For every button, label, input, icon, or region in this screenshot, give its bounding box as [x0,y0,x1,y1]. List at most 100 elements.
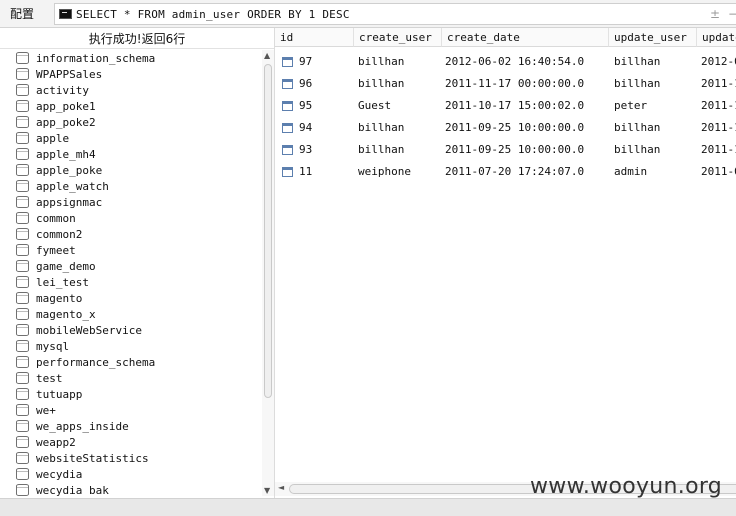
column-header[interactable]: update [697,28,736,47]
database-icon [16,436,29,448]
column-header[interactable]: update_user [609,28,697,47]
table-cell[interactable]: 2012-0 [701,51,736,73]
table-row[interactable]: 11 weiphone 2011-07-20 17:24:07.0 admin 2011… [275,161,736,183]
table-cell[interactable]: 2011-1 [701,95,736,117]
table-cell[interactable]: 2011-0 [701,161,736,183]
database-name: tutuapp [36,387,83,401]
database-name: we+ [36,403,56,417]
database-item[interactable]: magento_x [16,306,96,322]
table-row[interactable]: 95Guest2011-10-17 15:00:02.0 peter2011-1 [275,95,736,117]
database-item[interactable]: tutuapp [16,386,82,402]
table-cell[interactable]: billhan [614,139,698,161]
database-icon [16,164,29,176]
database-icon [16,196,29,208]
table-cell[interactable]: billhan [358,139,442,161]
database-item[interactable]: we_apps_inside [16,418,129,434]
table-cell[interactable]: 2011-09-25 10:00:00.0 [445,139,608,161]
database-item[interactable]: activity [16,82,89,98]
database-item[interactable]: websiteStatistics [16,450,149,466]
database-item[interactable]: fymeet [16,242,76,258]
table-cell[interactable]: 2011-1 [701,73,736,95]
database-item[interactable]: test [16,370,63,386]
database-item[interactable]: apple_mh4 [16,146,96,162]
database-item[interactable]: lei_test [16,274,89,290]
config-button[interactable]: 配置 [0,3,48,25]
scroll-up-icon[interactable]: ▲ [264,51,270,60]
column-header[interactable]: create_date [442,28,609,47]
table-cell[interactable]: 2011-1 [701,117,736,139]
database-item[interactable]: mobileWebService [16,322,142,338]
remove-icon[interactable]: − [728,8,736,20]
table-cell[interactable]: 97 [299,51,354,73]
record-icon [282,79,293,89]
table-cell[interactable]: billhan [358,51,442,73]
database-item[interactable]: wecydia [16,466,82,482]
database-item[interactable]: apple [16,130,69,146]
database-item[interactable]: information_schema [16,50,155,66]
database-item[interactable]: WPAPPSales [16,66,102,82]
database-icon [16,228,29,240]
database-item[interactable]: we+ [16,402,56,418]
table-row[interactable]: 96 billhan 2011-11-17 00:00:00.0 billhan 201… [275,73,736,95]
column-header[interactable]: create_user [354,28,442,47]
table-cell[interactable]: 2011-1 [701,139,736,161]
table-cell[interactable]: weiphone [358,161,442,183]
table-row[interactable]: 93 billhan 2011-09-25 10:00:00.0 billhan 201… [275,139,736,161]
database-item[interactable]: weapp2 [16,434,76,450]
table-cell[interactable]: 2011-09-25 10:00:00.0 [445,117,608,139]
sql-query-text[interactable]: SELECT * FROM admin_user ORDER BY 1 DESC [76,8,350,21]
table-cell[interactable]: 2011-07-20 17:24:07.0 [445,161,608,183]
database-icon [16,308,29,320]
table-cell[interactable]: 95 [299,95,354,117]
column-header[interactable]: id [275,28,354,47]
database-item[interactable]: appsignmac [16,194,102,210]
scrollbar-thumb[interactable] [264,64,272,398]
sql-query-input[interactable]: SELECT * FROM admin_user ORDER BY 1 DESC… [54,3,736,25]
table-cell[interactable]: 93 [299,139,354,161]
database-icon [16,52,29,64]
table-cell[interactable]: 2011-10-17 15:00:02.0 [445,95,608,117]
table-cell[interactable]: billhan [614,117,698,139]
database-icon [16,404,29,416]
table-cell[interactable]: 96 [299,73,354,95]
database-list-scrollbar[interactable]: ▲ ▼ [262,50,274,496]
table-row[interactable]: 97 billhan 2012-06-02 16:40:54.0 billhan 201… [275,51,736,73]
database-name: app_poke2 [36,115,96,129]
table-cell[interactable]: 2011-11-17 00:00:00.0 [445,73,608,95]
database-item[interactable]: apple_poke [16,162,102,178]
table-cell[interactable]: admin [614,161,698,183]
database-icon [16,132,29,144]
database-item[interactable]: magento [16,290,82,306]
database-item[interactable]: common [16,210,76,226]
database-name: fymeet [36,243,76,257]
database-item[interactable]: apple_watch [16,178,109,194]
table-cell[interactable]: billhan [358,117,442,139]
database-name: common [36,211,76,225]
table-cell[interactable]: billhan [358,73,442,95]
table-cell[interactable]: 11 [299,161,354,183]
table-cell[interactable]: billhan [614,51,698,73]
database-item[interactable]: common2 [16,226,82,242]
table-row[interactable]: 94 billhan 2011-09-25 10:00:00.0 billhan 201… [275,117,736,139]
database-item[interactable]: app_poke2 [16,114,96,130]
table-cell[interactable]: 2012-06-02 16:40:54.0 [445,51,608,73]
database-item[interactable]: performance_schema [16,354,155,370]
database-item[interactable]: mysql [16,338,69,354]
database-name: activity [36,83,89,97]
add-icon[interactable]: ± [710,8,720,20]
scroll-left-icon[interactable]: ◄ [278,483,284,492]
database-name: test [36,371,63,385]
scroll-down-icon[interactable]: ▼ [264,486,270,495]
database-name: lei_test [36,275,89,289]
database-item[interactable]: wecydia_bak [16,482,109,496]
database-item[interactable]: game_demo [16,258,96,274]
database-icon [16,372,29,384]
database-icon [16,276,29,288]
table-cell[interactable]: Guest [358,95,442,117]
table-cell[interactable]: peter [614,95,698,117]
database-item[interactable]: app_poke1 [16,98,96,114]
database-icon [16,244,29,256]
table-cell[interactable]: 94 [299,117,354,139]
database-name: we_apps_inside [36,419,129,433]
table-cell[interactable]: billhan [614,73,698,95]
